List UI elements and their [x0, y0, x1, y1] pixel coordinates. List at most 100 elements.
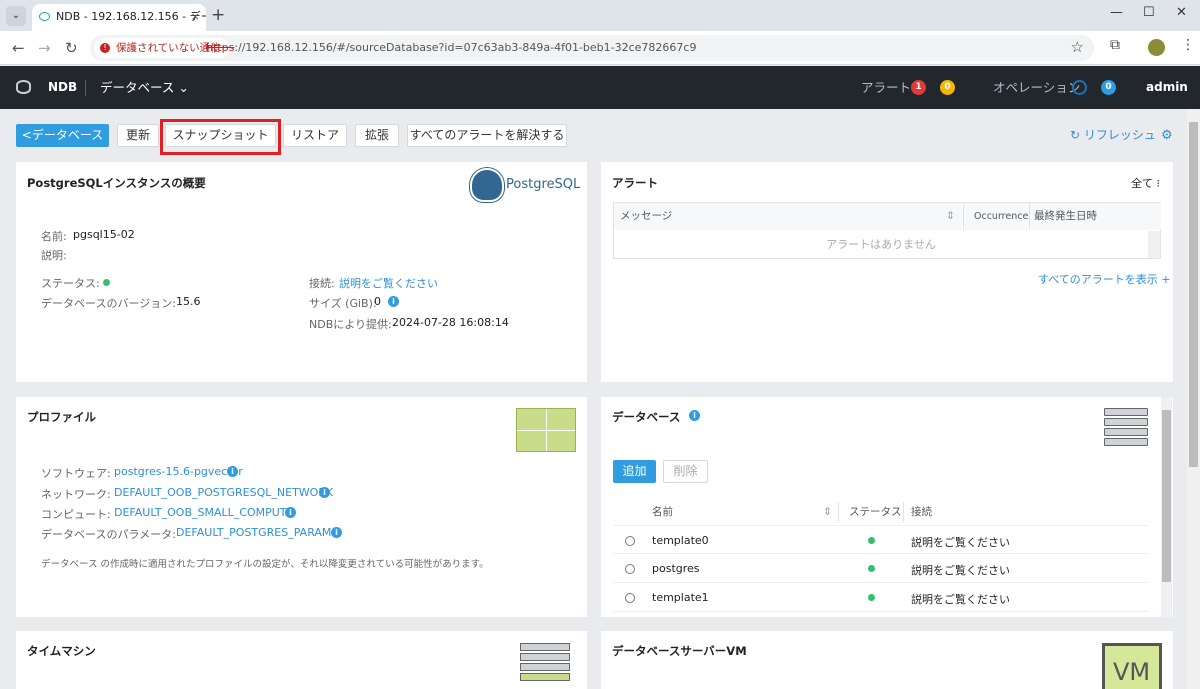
db-status-dot: [868, 537, 875, 544]
description-label: 説明:: [41, 249, 67, 262]
settings-gear-icon[interactable]: ⚙: [1161, 124, 1173, 147]
delete-database-button[interactable]: 削除: [663, 460, 708, 483]
table-row[interactable]: template1 説明をご覧ください: [613, 583, 1148, 612]
connect-link[interactable]: 説明をご覧ください: [339, 275, 438, 291]
extensions-puzzle-icon[interactable]: ⧉: [1110, 37, 1120, 53]
new-tab-icon[interactable]: +: [211, 5, 225, 25]
refresh-label: リフレッシュ: [1083, 128, 1156, 142]
page-scroll-thumb[interactable]: [1189, 122, 1198, 467]
connect-label: 接続:: [309, 277, 335, 290]
alerts-filter-dropdown[interactable]: 全て ⁝: [1131, 175, 1160, 191]
alert-warning-badge[interactable]: 0: [940, 80, 955, 95]
row-radio[interactable]: [625, 564, 635, 574]
address-bar-row: ← → ↻ ! 保護されていない通信 https://192.168.12.15…: [0, 31, 1200, 65]
status-dot: [103, 279, 110, 286]
network-info-icon[interactable]: i: [319, 487, 330, 498]
snapshot-highlight-box: [160, 119, 281, 155]
tab-title: NDB - 192.168.12.156 - データベ・: [56, 10, 206, 23]
app-header: NDB データベース ⌄ アラート 1 0 オペレーション 0 admin ⌄: [0, 66, 1200, 137]
col-occurrences[interactable]: Occurrences: [963, 203, 1033, 230]
databases-info-icon[interactable]: i: [689, 410, 700, 421]
header-operations-label[interactable]: オペレーション: [993, 66, 1080, 109]
databases-title: データベース: [612, 410, 681, 424]
url-text[interactable]: https://192.168.12.156/#/sourceDatabase?…: [206, 35, 696, 61]
network-label: ネットワーク:: [41, 488, 111, 501]
version-label: データベースのバージョン:: [41, 297, 176, 310]
software-info-icon[interactable]: i: [227, 466, 238, 477]
row-radio[interactable]: [625, 536, 635, 546]
timemachine-icon: [520, 643, 570, 689]
table-row[interactable]: postgres 説明をご覧ください: [613, 554, 1148, 583]
params-link[interactable]: DEFAULT_POSTGRES_PARAMS: [176, 526, 338, 539]
browser-menu-icon[interactable]: ⋮: [1181, 37, 1195, 53]
resolve-all-alerts-button[interactable]: すべてのアラートを解決する: [407, 124, 567, 147]
col-status[interactable]: ステータス: [849, 502, 902, 522]
profile-avatar[interactable]: [1148, 39, 1165, 56]
params-info-icon[interactable]: i: [331, 527, 342, 538]
database-logo-icon: [16, 80, 31, 94]
timemachine-panel: [16, 631, 587, 689]
refresh-link[interactable]: ↻ リフレッシュ: [1070, 124, 1156, 147]
col-last-occurred[interactable]: 最終発生日時: [1029, 203, 1161, 230]
vm-icon: VM: [1102, 643, 1162, 689]
browser-tab[interactable]: NDB - 192.168.12.156 - データベ・ ×: [32, 4, 206, 31]
window-close-icon[interactable]: ✕: [1176, 5, 1187, 20]
col-connection[interactable]: 接続: [911, 502, 932, 522]
servervm-title: データベースサーバーVM: [612, 644, 747, 658]
tab-search-chevron-icon[interactable]: ⌄: [6, 6, 26, 26]
url-rest: ://192.168.12.156/#/sourceDatabase?id=07…: [234, 41, 697, 54]
forward-arrow-icon[interactable]: →: [38, 39, 51, 57]
alerts-table: メッセージ ⇕ Occurrences 最終発生日時 アラートはありません: [613, 202, 1161, 259]
security-label: 保護されていない通信: [116, 42, 221, 54]
back-to-databases-button[interactable]: <データベース: [16, 124, 109, 147]
alerts-scrollbar[interactable]: [1148, 231, 1160, 258]
compute-link[interactable]: DEFAULT_OOB_SMALL_COMPUTE: [114, 506, 293, 519]
status-label: ステータス:: [41, 277, 100, 290]
table-row[interactable]: template0 説明をご覧ください: [613, 525, 1148, 554]
software-link[interactable]: postgres-15.6-pgvector: [114, 465, 243, 478]
databases-scroll-thumb[interactable]: [1162, 410, 1171, 582]
reload-icon[interactable]: ↻: [65, 39, 78, 57]
add-database-button[interactable]: 追加: [613, 460, 656, 483]
params-label: データベースのパラメータ:: [41, 528, 176, 541]
header-divider: [85, 80, 86, 96]
size-info-icon[interactable]: i: [388, 296, 399, 307]
close-tab-icon[interactable]: ×: [191, 4, 200, 30]
db-name: postgres: [652, 562, 700, 575]
provided-label: NDBにより提供:: [309, 318, 392, 331]
sort-icon[interactable]: ⇕: [946, 203, 962, 230]
back-arrow-icon[interactable]: ←: [12, 39, 25, 57]
url-omnibox[interactable]: ! 保護されていない通信 https://192.168.12.156/#/so…: [90, 35, 1094, 61]
puzzle-icon: [516, 408, 576, 452]
col-name[interactable]: 名前: [652, 502, 673, 522]
size-value: 0: [374, 295, 381, 308]
software-label: ソフトウェア:: [41, 467, 111, 480]
version-value: 15.6: [176, 295, 201, 308]
restore-button[interactable]: リストア: [283, 124, 347, 147]
maximize-icon[interactable]: ☐: [1143, 5, 1155, 20]
compute-info-icon[interactable]: i: [285, 507, 296, 518]
operations-badge[interactable]: 0: [1101, 80, 1116, 95]
brand-name[interactable]: NDB: [48, 66, 77, 109]
network-link[interactable]: DEFAULT_OOB_POSTGRESQL_NETWORK: [114, 486, 333, 499]
profile-note: データベース の作成時に適用されたプロファイルの設定が、それ以降変更されている可…: [41, 559, 489, 570]
expand-button[interactable]: 拡張: [355, 124, 399, 147]
db-connection-text: 説明をご覧ください: [911, 536, 1010, 549]
vm-icon-text: VM: [1113, 658, 1151, 686]
update-button[interactable]: 更新: [117, 124, 159, 147]
nav-databases-menu[interactable]: データベース ⌄: [100, 66, 189, 109]
header-alerts-label[interactable]: アラート: [861, 66, 911, 109]
alert-critical-badge[interactable]: 1: [911, 80, 926, 95]
profile-title: プロファイル: [27, 410, 96, 424]
bookmark-star-icon[interactable]: ☆: [1071, 38, 1084, 56]
col-message[interactable]: メッセージ: [614, 203, 962, 230]
col-divider: [903, 502, 904, 522]
servervm-panel: [601, 631, 1173, 689]
alerts-empty-message: アラートはありません: [826, 238, 936, 251]
row-radio[interactable]: [625, 593, 635, 603]
name-sort-icon[interactable]: ⇕: [823, 502, 832, 522]
size-label: サイズ (GiB):: [309, 297, 377, 310]
show-all-alerts-link[interactable]: すべてのアラートを表示 +: [1038, 271, 1171, 287]
minimize-icon[interactable]: —: [1110, 5, 1123, 20]
db-status-dot: [868, 565, 875, 572]
